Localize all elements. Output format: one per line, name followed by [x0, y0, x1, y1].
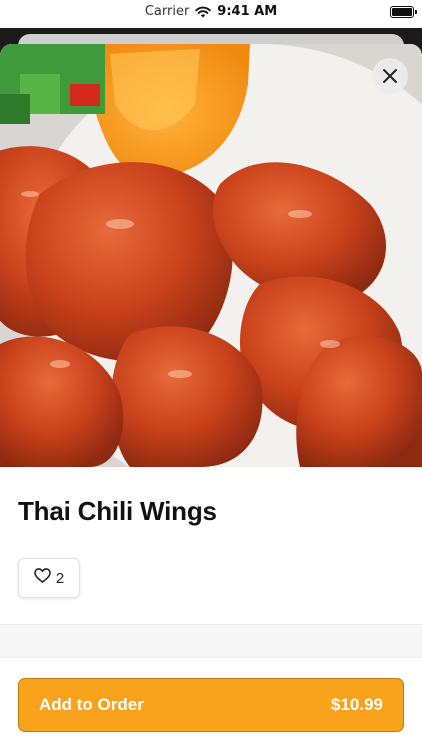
price-label: $10.99: [331, 695, 383, 714]
add-to-order-button[interactable]: Add to Order $10.99: [18, 678, 404, 732]
like-button[interactable]: 2: [18, 558, 80, 598]
close-button[interactable]: [372, 58, 408, 94]
like-count: 2: [55, 569, 65, 587]
battery-fill: [392, 8, 412, 16]
item-title: Thai Chili Wings: [18, 496, 217, 526]
section-divider: [0, 624, 422, 658]
item-photo: [0, 44, 422, 467]
status-time: 9:41 AM: [217, 4, 278, 19]
close-icon: [382, 68, 398, 84]
add-to-order-label: Add to Order: [39, 695, 144, 714]
wifi-icon: [195, 6, 211, 18]
item-detail-sheet: Thai Chili Wings 2 Add to Order $10.99: [0, 44, 422, 750]
heart-icon: [34, 568, 51, 588]
status-center: Carrier 9:41 AM: [0, 4, 422, 19]
carrier-label: Carrier: [144, 4, 190, 19]
status-bar: Carrier 9:41 AM: [0, 0, 422, 28]
battery-icon: [390, 6, 417, 18]
